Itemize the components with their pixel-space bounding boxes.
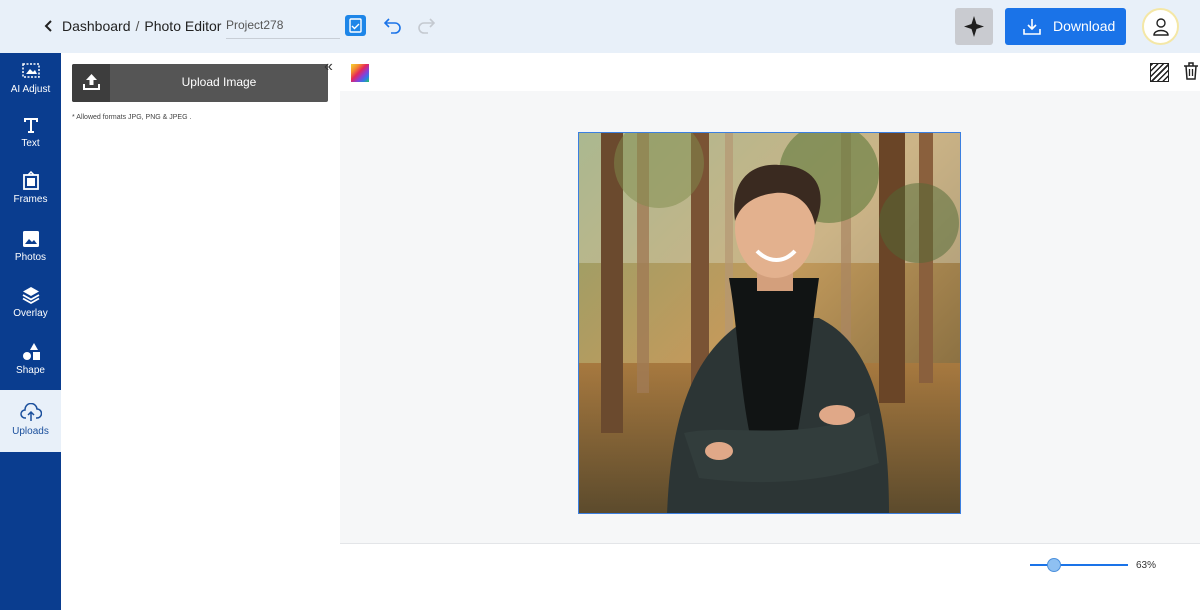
upload-icon-box [72, 64, 110, 102]
nav-item-frames[interactable]: Frames [0, 171, 61, 216]
left-nav: AI Adjust Text Frames Photos Overlay Sha… [0, 53, 61, 610]
nav-label: Text [21, 138, 40, 149]
nav-label: Photos [14, 252, 47, 263]
nav-item-photos[interactable]: Photos [0, 229, 61, 274]
user-icon [1153, 18, 1169, 36]
frames-icon [22, 171, 39, 190]
nav-item-shape[interactable]: Shape [0, 342, 61, 387]
breadcrumb-separator: / [135, 18, 140, 34]
uploads-panel: Upload Image * Allowed formats JPG, PNG … [61, 53, 340, 610]
zoom-percentage: 63% [1136, 560, 1157, 571]
transparency-pattern-icon[interactable] [1150, 63, 1169, 82]
trash-icon[interactable] [1183, 61, 1199, 81]
magic-sparkle-button[interactable] [955, 8, 993, 45]
top-bar: Dashboard/Photo Editor Download [0, 0, 1200, 53]
nav-label: AI Adjust [10, 84, 51, 95]
collapse-panel-icon[interactable]: « [324, 59, 338, 75]
photos-icon [22, 231, 39, 247]
ai-adjust-icon [21, 63, 40, 78]
download-button[interactable]: Download [1005, 8, 1126, 45]
text-icon [23, 118, 38, 133]
editor-canvas [340, 91, 1200, 543]
overlay-icon [22, 287, 39, 305]
breadcrumb: Dashboard / Photo Editor [62, 18, 221, 34]
nav-label: Shape [16, 365, 45, 376]
nav-label: Uploads [12, 426, 49, 437]
zoom-slider-thumb[interactable] [1047, 558, 1061, 572]
save-icon [349, 18, 362, 33]
shape-icon [22, 343, 40, 360]
user-avatar-button[interactable] [1142, 8, 1179, 45]
upload-image-label: Upload Image [181, 75, 257, 89]
breadcrumb-dashboard[interactable]: Dashboard [62, 18, 131, 34]
project-name-input[interactable] [226, 12, 340, 39]
redo-icon[interactable] [416, 15, 436, 35]
upload-image-button[interactable]: Upload Image [72, 64, 328, 102]
canvas-toolstrip [340, 53, 1200, 91]
undo-icon[interactable] [383, 15, 403, 35]
zoom-slider-track[interactable] [1030, 564, 1128, 566]
color-palette-icon[interactable] [351, 64, 369, 82]
save-button[interactable] [345, 15, 366, 36]
download-label: Download [1053, 18, 1116, 34]
zoom-bar: 63% [340, 543, 1200, 610]
canvas-photo[interactable] [578, 132, 961, 514]
nav-item-uploads[interactable]: Uploads [0, 390, 61, 452]
nav-label: Overlay [13, 308, 48, 319]
nav-label: Frames [13, 194, 48, 205]
nav-item-overlay[interactable]: Overlay [0, 285, 61, 330]
download-icon [1023, 19, 1041, 35]
portrait-photo [579, 133, 960, 513]
uploads-icon [19, 403, 42, 421]
upload-icon [83, 74, 100, 90]
nav-item-text[interactable]: Text [0, 115, 61, 160]
sparkle-icon [964, 16, 984, 37]
allowed-formats-note: * Allowed formats JPG, PNG & JPEG . [72, 114, 192, 121]
nav-item-ai-adjust[interactable]: AI Adjust [0, 61, 61, 106]
breadcrumb-photo-editor: Photo Editor [144, 18, 222, 34]
back-arrow-icon[interactable] [42, 17, 56, 35]
